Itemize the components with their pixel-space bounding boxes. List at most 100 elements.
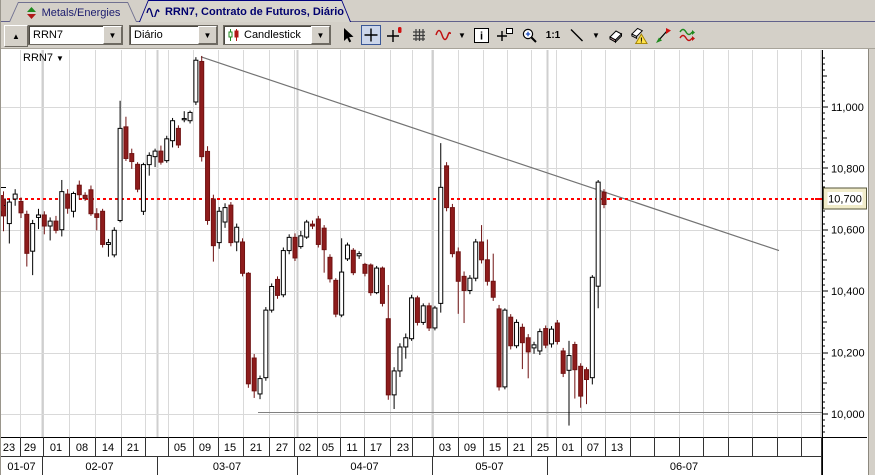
svg-text:09: 09 (199, 442, 211, 454)
svg-text:13: 13 (611, 442, 623, 454)
svg-text:27: 27 (276, 442, 288, 454)
crosshair-icon (364, 28, 378, 42)
svg-text:10,200: 10,200 (831, 348, 865, 360)
studies-wave-icon (435, 29, 451, 41)
chevron-down-icon: ▼ (56, 54, 64, 63)
svg-text:05: 05 (322, 442, 334, 454)
chart-type-combo-value: Candlestick (244, 29, 301, 41)
candlestick-type-icon (227, 28, 240, 42)
svg-text:21: 21 (250, 442, 262, 454)
ratio-label: 1:1 (545, 29, 561, 41)
svg-text:14: 14 (102, 442, 114, 454)
period-combo-value: Diário (134, 29, 163, 41)
window-edge-strip (868, 49, 875, 475)
info-icon: i (473, 27, 489, 43)
svg-text:23: 23 (3, 442, 15, 454)
svg-text:10,800: 10,800 (831, 163, 865, 175)
svg-text:29: 29 (24, 442, 36, 454)
svg-text:01: 01 (50, 442, 62, 454)
trendline-dropdown-caret[interactable]: ▼ (591, 25, 601, 45)
trendline-tool-button[interactable] (567, 25, 587, 45)
pointer-tool-button[interactable] (337, 25, 357, 45)
symbol-combo[interactable]: RRN7 ▼ (28, 25, 123, 45)
chart-canvas[interactable]: 11,000 10,800 10,600 10,400 10,200 10,000 23 29… (1, 49, 875, 475)
eraser-tool-button[interactable] (605, 25, 625, 45)
svg-text:03: 03 (439, 442, 451, 454)
svg-text:21: 21 (513, 442, 525, 454)
chart-symbol-label[interactable]: RRN7 ▼ (23, 52, 64, 64)
svg-text:07: 07 (587, 442, 599, 454)
svg-text:09: 09 (464, 442, 476, 454)
studies-dropdown-caret[interactable]: ▼ (457, 25, 467, 45)
info-tool-button[interactable]: i (471, 25, 491, 45)
svg-text:21: 21 (127, 442, 139, 454)
svg-text:10,000: 10,000 (831, 409, 865, 421)
pointer-icon (344, 28, 354, 43)
tab-rrn7-chart[interactable]: RRN7, Contrato de Futuros, Diário (139, 0, 351, 22)
chevron-down-icon[interactable]: ▼ (103, 26, 122, 44)
svg-text:!: ! (640, 35, 643, 44)
svg-text:11: 11 (346, 442, 357, 454)
grid-tool-button[interactable] (409, 25, 429, 45)
delete-all-tool-button[interactable]: ! (629, 25, 649, 45)
svg-text:08: 08 (76, 442, 88, 454)
compare-series-icon (679, 28, 695, 42)
crosshair-tool-button[interactable] (361, 25, 381, 45)
x-axis-day-row (1, 437, 822, 457)
svg-text:10,600: 10,600 (831, 225, 865, 237)
svg-text:i: i (479, 30, 482, 42)
crosshair-values-tool-button[interactable] (385, 25, 405, 45)
svg-text:05: 05 (174, 442, 186, 454)
svg-text:15: 15 (224, 442, 236, 454)
actual-size-button[interactable]: 1:1 (543, 25, 563, 45)
add-window-icon (497, 28, 513, 41)
vertical-gridlines (20, 50, 823, 437)
svg-text:02-07: 02-07 (85, 461, 113, 473)
zoom-in-icon (522, 28, 537, 43)
chart-toolbar: ▲ RRN7 ▼ Diário ▼ Candlestick ▼ ▼ i 1:1 … (1, 22, 875, 49)
spread-arrows-icon (26, 7, 37, 19)
collapse-toolbar-button[interactable]: ▲ (4, 25, 28, 47)
flag-pointer-icon (656, 28, 671, 43)
svg-text:15: 15 (489, 442, 501, 454)
tab-label: RRN7, Contrato de Futuros, Diário (164, 5, 345, 18)
x-axis-month-row (42, 456, 822, 475)
svg-text:01-07: 01-07 (7, 461, 35, 473)
svg-text:05-07: 05-07 (475, 461, 503, 473)
svg-text:04-07: 04-07 (350, 461, 378, 473)
flag-pointer-tool-button[interactable] (653, 25, 673, 45)
period-combo[interactable]: Diário ▼ (129, 25, 218, 45)
zoom-tool-button[interactable] (519, 25, 539, 45)
studies-tool-button[interactable] (433, 25, 453, 45)
add-window-tool-button[interactable] (495, 25, 515, 45)
chart-tab-strip: Metals/Energies RRN7, Contrato de Futuro… (1, 0, 875, 22)
grid-icon (413, 29, 425, 41)
delete-all-warning-icon: ! (631, 27, 648, 44)
eraser-icon (609, 30, 623, 44)
svg-text:25: 25 (537, 442, 549, 454)
svg-text:06-07: 06-07 (670, 461, 698, 473)
wave-icon (146, 6, 160, 17)
tab-metals-energies[interactable]: Metals/Energies (9, 2, 137, 22)
crosshair-values-icon (387, 27, 402, 42)
chart-region: RRN7 ▼ 11,000 10,800 10,600 10,400 10,200 10,… (1, 49, 875, 475)
svg-text:11,000: 11,000 (831, 102, 864, 114)
chevron-down-icon[interactable]: ▼ (198, 26, 217, 44)
trading-application-window: Metals/Energies RRN7, Contrato de Futuro… (0, 0, 875, 475)
tab-label: Metals/Energies (41, 6, 121, 19)
chevron-down-icon[interactable]: ▼ (311, 26, 330, 44)
collapse-up-icon: ▲ (12, 31, 20, 41)
candles-layer (1, 55, 607, 426)
chart-symbol-text: RRN7 (23, 52, 53, 64)
svg-text:10,400: 10,400 (831, 286, 865, 298)
svg-text:10,700: 10,700 (828, 194, 862, 206)
svg-text:01: 01 (562, 442, 574, 454)
svg-text:02: 02 (299, 442, 311, 454)
compare-series-tool-button[interactable] (677, 25, 697, 45)
svg-text:23: 23 (397, 442, 409, 454)
tool-buttons-group: ▼ i 1:1 ▼ ! (337, 25, 697, 45)
descending-trend-line (200, 56, 780, 252)
trendline-icon (570, 29, 583, 42)
symbol-combo-value: RRN7 (33, 29, 63, 41)
chart-type-combo[interactable]: Candlestick ▼ (223, 25, 331, 45)
